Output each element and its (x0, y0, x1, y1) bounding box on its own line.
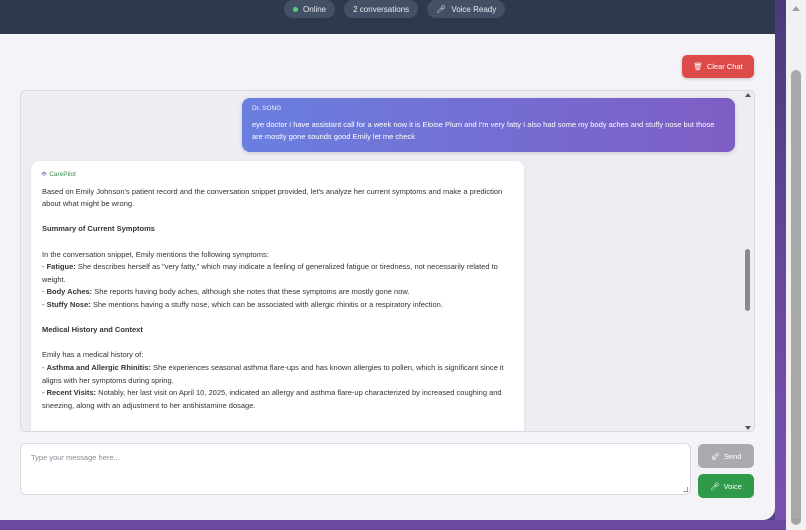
status-pill-voice: 🎤︎ Voice Ready (427, 0, 506, 18)
status-pill-label: Voice Ready (451, 4, 497, 14)
robot-icon: 🤖︎ (42, 171, 47, 178)
list-item-text: Notably, her last visit on April 10, 202… (42, 388, 502, 410)
chat-messages[interactable]: Dr. SONG eye doctor I have assistant cal… (20, 90, 755, 432)
page-background-bottom (0, 520, 806, 530)
assistant-message: 🤖︎ CarePilot Based on Emily Johnson's pa… (31, 161, 524, 431)
resize-grip-icon[interactable] (683, 487, 688, 492)
section-intro: Emily has a medical history of: (42, 350, 144, 360)
page-scrollbar[interactable] (786, 0, 806, 530)
page-scrollbar-thumb[interactable] (791, 70, 801, 525)
list-item: - Fatigue: She describes herself as "ver… (42, 262, 498, 284)
section-intro: In the conversation snippet, Emily menti… (42, 249, 269, 259)
message-intro: Based on Emily Johnson's patient record … (42, 186, 503, 209)
message-sender: 🤖︎ CarePilot (42, 169, 513, 182)
list-item-term: Fatigue: (46, 262, 76, 272)
send-button[interactable]: 🚀︎ Send (698, 444, 754, 468)
voice-button[interactable]: 🎤︎ Voice (698, 474, 754, 498)
microphone-icon: 🎤︎ (436, 4, 447, 14)
microphone-icon: 🎤︎ (710, 481, 720, 491)
list-item: - Body Aches: She reports having body ac… (42, 287, 410, 297)
chat-app: Online 2 conversations 🎤︎ Voice Ready 🗑︎… (0, 0, 775, 520)
list-item-text: She mentions having a stuffy nose, which… (92, 299, 443, 309)
send-icon: 🚀︎ (710, 451, 720, 461)
list-item: - Stuffy Nose: She mentions having a stu… (42, 299, 443, 309)
scroll-up-icon[interactable] (745, 93, 751, 97)
app-header: Online 2 conversations 🎤︎ Voice Ready (0, 0, 775, 34)
list-item-term: Recent Visits: (46, 388, 97, 398)
scroll-down-icon[interactable] (792, 519, 800, 524)
list-item-term: Asthma and Allergic Rhinitis: (46, 362, 151, 372)
message-sender-name: CarePilot (49, 171, 76, 178)
section-heading: Medical History and Context (42, 325, 143, 335)
list-item: - Recent Visits: Notably, her last visit… (42, 388, 502, 410)
section-heading: Summary of Current Symptoms (42, 224, 155, 234)
message-sender: Dr. SONG (252, 105, 282, 112)
list-item: - Asthma and Allergic Rhinitis: She expe… (42, 362, 504, 385)
clear-chat-label: Clear Chat (706, 62, 743, 71)
list-item-term: Body Aches: (46, 287, 93, 297)
chat-scrollbar[interactable] (742, 91, 754, 431)
send-label: Send (724, 451, 742, 461)
list-item-text: She reports having body aches, although … (94, 287, 410, 297)
status-pill-label: 2 conversations (353, 4, 410, 14)
user-message: Dr. SONG eye doctor I have assistant cal… (242, 98, 735, 152)
scroll-down-icon[interactable] (745, 426, 751, 430)
trash-icon: 🗑︎ (693, 62, 703, 71)
status-pill-online: Online (284, 0, 336, 18)
list-item-text: She describes herself as "very fatty," w… (42, 262, 498, 284)
status-pill-label: Online (303, 4, 327, 14)
status-pill-conversations: 2 conversations (344, 0, 419, 18)
scroll-up-icon[interactable] (792, 6, 800, 11)
message-text: eye doctor I have assistant call for a w… (252, 120, 715, 141)
voice-label: Voice (723, 481, 742, 491)
clear-chat-button[interactable]: 🗑︎ Clear Chat (682, 55, 754, 78)
status-dot-icon (293, 6, 298, 12)
message-input[interactable] (21, 444, 690, 494)
status-pills: Online 2 conversations 🎤︎ Voice Ready (284, 0, 506, 18)
message-input-box (20, 443, 691, 495)
scrollbar-thumb[interactable] (745, 249, 750, 311)
list-item-term: Stuffy Nose: (46, 299, 91, 309)
